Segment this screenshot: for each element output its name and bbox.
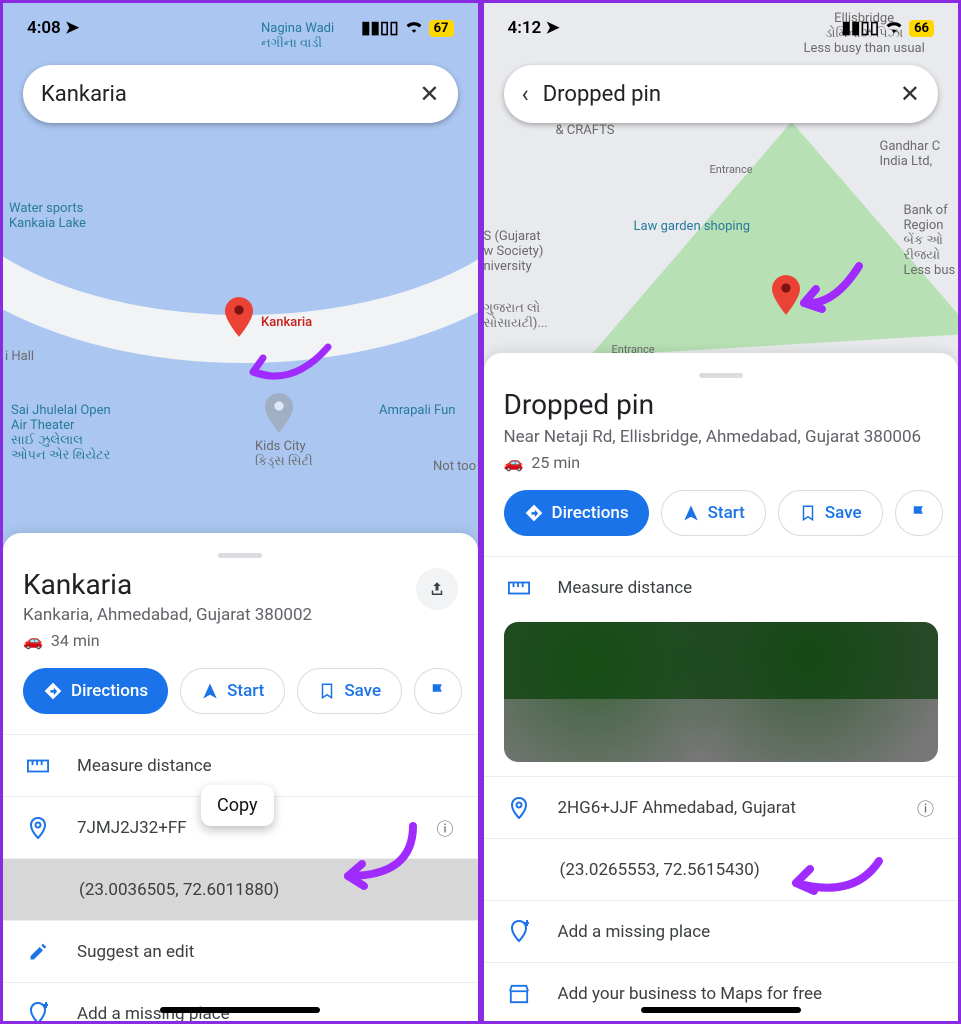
- back-icon[interactable]: ‹: [522, 80, 529, 108]
- save-button[interactable]: Save: [297, 668, 402, 714]
- save-button[interactable]: Save: [778, 490, 883, 536]
- pluscode-icon: [508, 797, 530, 819]
- map-label: ગુજરાત લો સોસાયટી)...: [484, 301, 548, 331]
- map-label: Gandhar C India Ltd,: [880, 139, 941, 169]
- map-label: i Hall: [5, 349, 34, 364]
- search-query[interactable]: Dropped pin: [543, 82, 886, 107]
- map-label: S (Gujarat w Society) niversity: [484, 229, 544, 274]
- car-icon: 🚗: [504, 453, 524, 472]
- place-sheet: Kankaria Kankaria, Ahmedabad, Gujarat 38…: [3, 533, 478, 1021]
- home-indicator: [160, 1007, 320, 1013]
- flag-button[interactable]: [895, 490, 943, 536]
- sheet-grip[interactable]: [699, 373, 743, 378]
- map-label: Ellisbridge ડોમિનોઝ પિઝા Less busy than …: [804, 11, 925, 56]
- navigate-icon: [201, 682, 219, 700]
- place-subtitle: Near Netaji Rd, Ellisbridge, Ahmedabad, …: [504, 421, 939, 447]
- share-button[interactable]: [416, 568, 458, 610]
- place-sheet: Dropped pin Near Netaji Rd, Ellisbridge,…: [484, 353, 959, 1021]
- directions-button[interactable]: Directions: [504, 490, 649, 536]
- info-icon[interactable]: ⓘ: [917, 795, 934, 820]
- place-subtitle: Kankaria, Ahmedabad, Gujarat 380002: [23, 601, 404, 625]
- pluscode-icon: [27, 817, 49, 839]
- clear-icon[interactable]: ✕: [900, 80, 920, 108]
- add-place-icon: [508, 920, 530, 944]
- coordinates-row[interactable]: (23.0265553, 72.5615430): [484, 838, 959, 900]
- phone-left: Nagina Wadi નગીના વાડી Water sports Kank…: [0, 0, 481, 1024]
- place-title: Kankaria: [23, 568, 404, 601]
- start-button[interactable]: Start: [180, 668, 285, 714]
- phone-right: Ellisbridge ડોમિનોઝ પિઝા Less busy than …: [481, 0, 961, 1024]
- drive-time: 🚗25 min: [504, 447, 939, 472]
- map-label: Entrance: [710, 163, 753, 176]
- bookmark-icon: [318, 682, 336, 700]
- map-label: Not too: [433, 459, 476, 474]
- map-label: Water sports Kankaia Lake: [9, 201, 86, 231]
- ruler-icon: [27, 759, 49, 773]
- share-icon: [428, 580, 446, 598]
- map-pin-secondary-icon: [265, 393, 293, 433]
- car-icon: 🚗: [23, 631, 43, 650]
- search-bar[interactable]: ‹ Dropped pin ✕: [504, 65, 939, 123]
- directions-button[interactable]: Directions: [23, 668, 168, 714]
- map-label: Law garden shoping: [634, 219, 751, 234]
- map-label: Kids City કિડ્સ સિટી: [255, 439, 313, 469]
- pencil-icon: [27, 942, 49, 962]
- map-label: Sai Jhulelal Open Air Theater સાઈ ઝુલેલા…: [11, 403, 111, 463]
- streetview-preview[interactable]: [504, 622, 939, 762]
- map-pin-icon[interactable]: [225, 297, 253, 337]
- search-query[interactable]: Kankaria: [41, 82, 405, 107]
- add-place-icon: [27, 1002, 49, 1024]
- directions-icon: [43, 681, 63, 701]
- coordinates-row[interactable]: (23.0036505, 72.6011880): [3, 858, 478, 920]
- measure-distance-row[interactable]: Measure distance: [484, 556, 959, 618]
- directions-icon: [524, 503, 544, 523]
- add-missing-place-row[interactable]: Add a missing place: [484, 900, 959, 962]
- start-button[interactable]: Start: [661, 490, 766, 536]
- flag-icon: [910, 504, 928, 522]
- plus-code-row[interactable]: 2HG6+JJF Ahmedabad, Gujarat ⓘ: [484, 776, 959, 838]
- navigate-icon: [682, 504, 700, 522]
- copy-tooltip[interactable]: Copy: [201, 785, 274, 826]
- map-label-pin: Kankaria: [261, 315, 312, 330]
- search-bar[interactable]: Kankaria ✕: [23, 65, 458, 123]
- map-label: & CRAFTS: [556, 123, 615, 138]
- map-label: Nagina Wadi નગીના વાડી: [261, 21, 334, 51]
- suggest-edit-row[interactable]: Suggest an edit: [3, 920, 478, 982]
- info-icon[interactable]: ⓘ: [437, 815, 454, 840]
- store-icon: [508, 984, 530, 1004]
- add-missing-place-row[interactable]: Add a missing place: [3, 982, 478, 1024]
- flag-button[interactable]: [414, 668, 462, 714]
- home-indicator: [641, 1007, 801, 1013]
- bookmark-icon: [799, 504, 817, 522]
- map-label: Bank of Region બેંક ઓ રીજયો Less bus: [904, 203, 956, 278]
- drive-time: 🚗34 min: [23, 625, 404, 650]
- ruler-icon: [508, 581, 530, 595]
- map-label: Amrapali Fun: [379, 403, 455, 418]
- sheet-grip[interactable]: [218, 553, 262, 558]
- map-pin-icon[interactable]: [772, 275, 800, 315]
- flag-icon: [429, 682, 447, 700]
- add-business-row[interactable]: Add your business to Maps for free: [484, 962, 959, 1024]
- place-title: Dropped pin: [504, 388, 939, 421]
- clear-icon[interactable]: ✕: [419, 80, 439, 108]
